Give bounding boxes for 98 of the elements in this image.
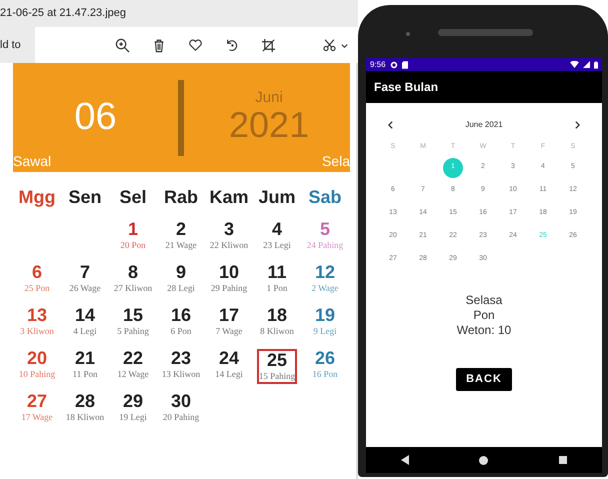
weekday-header: Sab [307, 186, 342, 209]
pasaran-label: 26 Wage [69, 282, 101, 294]
pasaran-label: 9 Legi [313, 326, 337, 337]
pasaran-label: 18 Kliwon [66, 412, 104, 423]
pasaran-label: 3 Kliwon [20, 326, 54, 337]
day-number: 26 [314, 349, 336, 369]
day-number: 24 [218, 349, 240, 369]
result-text: Pon [473, 308, 495, 323]
day-number: 29 [122, 392, 144, 412]
pasaran-label: 2 Wage [312, 282, 338, 294]
pasaran-label: 20 Pahing [162, 412, 200, 423]
day-number: 8 [126, 263, 139, 283]
selected-day-cell: 25 15 Pahing [256, 349, 298, 384]
day-number: 7 [78, 263, 91, 283]
recents-icon[interactable] [558, 456, 567, 464]
day-number: 20 [26, 349, 48, 369]
pasaran-label: 13 Kliwon [162, 368, 200, 380]
day-number: 19 [314, 306, 336, 326]
day-number: 9 [174, 263, 187, 283]
day-number: 21 [74, 349, 96, 369]
day-number: 17 [218, 306, 240, 326]
back-button[interactable]: BACK [456, 368, 512, 390]
day-number: 1 [126, 220, 139, 240]
day-number: 12 [314, 263, 336, 283]
month-name: Juni [255, 90, 283, 106]
pasaran-label: 28 Legi [167, 282, 195, 294]
month-title: June 2021 [465, 119, 503, 131]
rotate-icon[interactable] [225, 38, 239, 52]
pasaran-label: 24 Pahing [306, 240, 344, 251]
result-text: Selasa [466, 293, 502, 308]
pasaran-label: 14 Legi [215, 368, 243, 380]
scissors-icon [322, 38, 337, 52]
pasaran-label: 12 Wage [117, 368, 149, 380]
day-number: 2 [174, 220, 187, 240]
edit-menu-button[interactable] [322, 38, 348, 52]
pasaran-label: 22 Kliwon [210, 240, 248, 251]
day-number: 5 [318, 220, 331, 240]
pasaran-label: 10 Pahing [18, 368, 56, 380]
result-text: Weton: 10 [456, 323, 512, 338]
day-number: 14 [74, 306, 96, 326]
hijri-month: Sawal [13, 152, 52, 171]
zoom-in-icon[interactable] [115, 38, 130, 52]
chevron-right-icon[interactable] [575, 121, 580, 129]
pasaran-label: 4 Legi [73, 326, 97, 337]
pasaran-label: 6 Pon [170, 326, 192, 337]
weekday-header: Kam [208, 186, 250, 209]
pasaran-label: 19 Legi [119, 412, 147, 423]
day-number: 30 [170, 392, 192, 412]
day-number: 27 [26, 392, 48, 412]
wifi-icon [570, 61, 579, 68]
pasaran-label: 5 Pahing [117, 326, 149, 337]
pasaran-label: 27 Kliwon [114, 282, 152, 294]
heart-icon[interactable] [188, 38, 203, 52]
pasaran-label: 25 Pon [24, 282, 50, 294]
day-number: 28 [74, 392, 96, 412]
camera [406, 32, 410, 36]
day-number: 11 [266, 263, 288, 283]
pasaran-label: 11 Pon [72, 368, 98, 380]
weekday-header: Sen [67, 186, 102, 209]
day-number: 22 [122, 349, 144, 369]
add-to-button[interactable]: ld to [0, 36, 21, 54]
status-time: 9:56 [370, 58, 386, 70]
pasaran-label: 8 Kliwon [260, 326, 294, 337]
weekday-header: Jum [257, 186, 296, 209]
weekday-header: Mgg [18, 186, 56, 209]
day-number: 10 [218, 263, 240, 283]
crop-icon[interactable] [261, 38, 276, 52]
pasaran-label: 21 Wage [165, 240, 197, 251]
window-title: 21-06-25 at 21.47.23.jpeg [0, 6, 126, 22]
pasaran-label: 20 Pon [120, 240, 146, 251]
pasaran-label: 29 Pahing [210, 282, 248, 294]
day-number: 15 [122, 306, 144, 326]
year: 2021 [229, 105, 310, 145]
pasaran-label: 16 Pon [312, 368, 338, 380]
day-number: 06 [73, 95, 118, 140]
pasaran-label: 1 Pon [266, 282, 288, 294]
delete-icon[interactable] [152, 38, 166, 52]
day-number: 6 [30, 263, 43, 283]
day-number: 18 [266, 306, 288, 326]
battery-icon [594, 60, 598, 68]
weekday-header: Rab [162, 186, 199, 209]
pasaran-label: 7 Wage [216, 326, 242, 337]
day-number: 3 [222, 220, 235, 240]
day-number: 23 [170, 349, 192, 369]
hijri-month: Sela [322, 152, 350, 171]
home-icon[interactable] [479, 456, 488, 464]
caret-icon [341, 42, 348, 48]
chevron-left-icon[interactable] [388, 121, 393, 129]
pasaran-label: 23 Legi [263, 240, 291, 251]
weekday-header: Sel [118, 186, 148, 209]
day-number: 16 [170, 306, 192, 326]
day-number: 13 [26, 306, 48, 326]
app-title: Fase Bulan [374, 79, 438, 96]
day-number: 4 [270, 220, 283, 240]
back-icon[interactable] [401, 455, 410, 465]
pasaran-label: 17 Wage [21, 412, 53, 423]
sd-card-icon [402, 60, 408, 68]
signal-icon [583, 61, 590, 68]
